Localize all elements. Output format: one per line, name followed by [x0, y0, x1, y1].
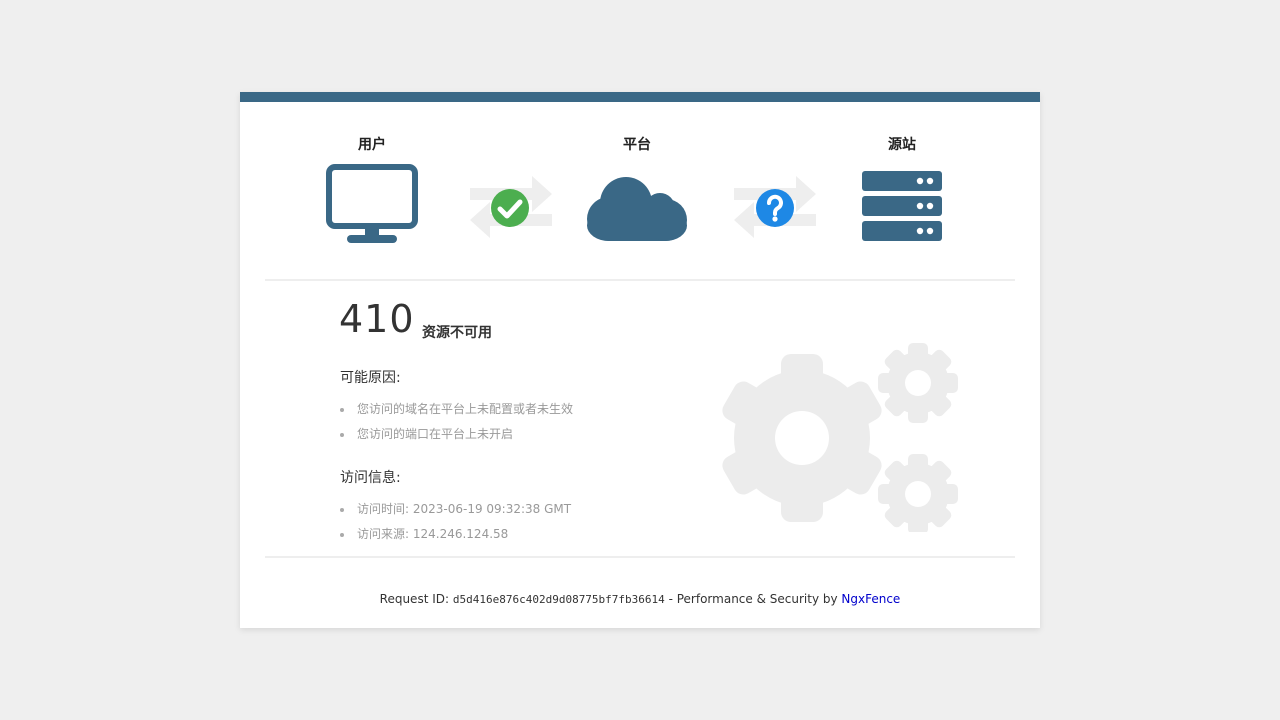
request-id: d5d416e876c402d9d08775bf7fb36614: [452, 593, 665, 606]
link-user-platform: [470, 174, 552, 244]
list-item: 您访问的端口在平台上未开启: [340, 427, 573, 452]
node-user-label: 用户: [358, 137, 386, 153]
list-item: 您访问的域名在平台上未配置或者未生效: [340, 402, 573, 427]
check-circle-icon: [491, 189, 529, 227]
divider: [265, 556, 1015, 558]
error-code: 410: [339, 297, 415, 341]
request-id-label: Request ID:: [379, 592, 453, 606]
footer-credit: - Performance & Security by: [664, 592, 842, 606]
monitor-icon: [326, 164, 418, 243]
node-origin-label: 源站: [888, 137, 916, 153]
list-item: 访问来源: 124.246.124.58: [340, 527, 571, 552]
divider: [265, 279, 1015, 281]
status-diagram: 用户 平台 源站: [240, 102, 1040, 282]
server-icon: [862, 171, 942, 241]
reasons-list: 您访问的域名在平台上未配置或者未生效 您访问的端口在平台上未开启: [340, 402, 573, 452]
brand-link[interactable]: NgxFence: [841, 592, 900, 606]
access-info-title: 访问信息:: [340, 470, 401, 486]
node-platform-label: 平台: [623, 137, 651, 153]
error-card: 用户 平台 源站 410 资源不可用 可能原因: 您访问的域名在平台上未配置或者…: [240, 92, 1040, 628]
footer: Request ID: d5d416e876c402d9d08775bf7fb3…: [240, 592, 1040, 606]
cloud-icon: [587, 177, 687, 241]
list-item: 访问时间: 2023-06-19 09:32:38 GMT: [340, 502, 571, 527]
error-message: 资源不可用: [422, 325, 492, 341]
reasons-title: 可能原因:: [340, 370, 401, 386]
access-info-list: 访问时间: 2023-06-19 09:32:38 GMT 访问来源: 124.…: [340, 502, 571, 552]
question-circle-icon: [756, 189, 794, 227]
link-platform-origin: [734, 174, 816, 244]
gears-icon: [722, 343, 958, 532]
